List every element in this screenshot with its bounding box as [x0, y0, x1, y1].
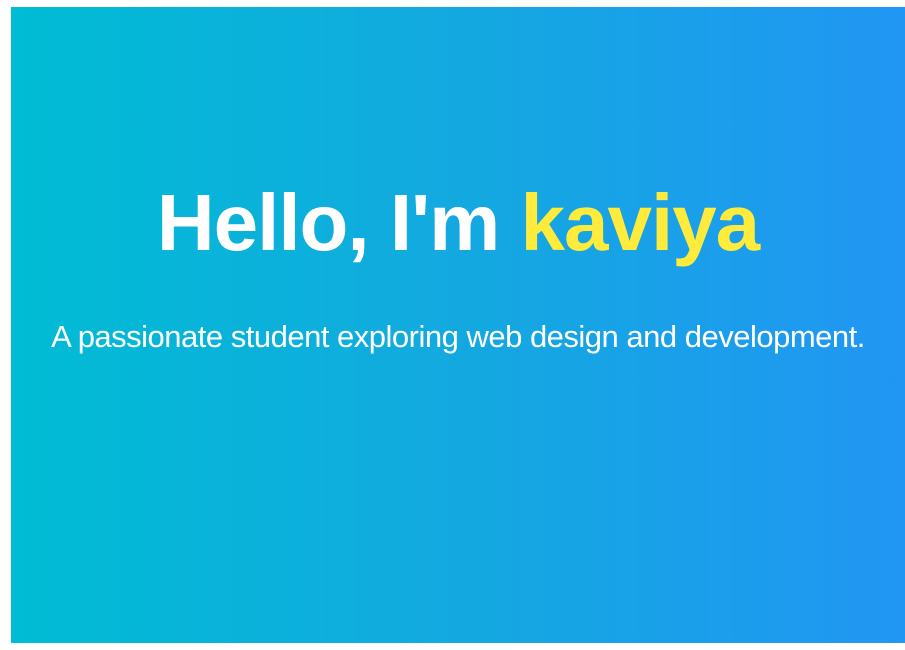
- hero-name: kaviya: [520, 178, 760, 267]
- hero-title: Hello, I'm kaviya: [11, 173, 905, 273]
- hero-subtitle: A passionate student exploring web desig…: [51, 319, 865, 354]
- hero-greeting: Hello, I'm: [156, 178, 521, 267]
- hero-section: Hello, I'm kaviya A passionate student e…: [11, 7, 905, 643]
